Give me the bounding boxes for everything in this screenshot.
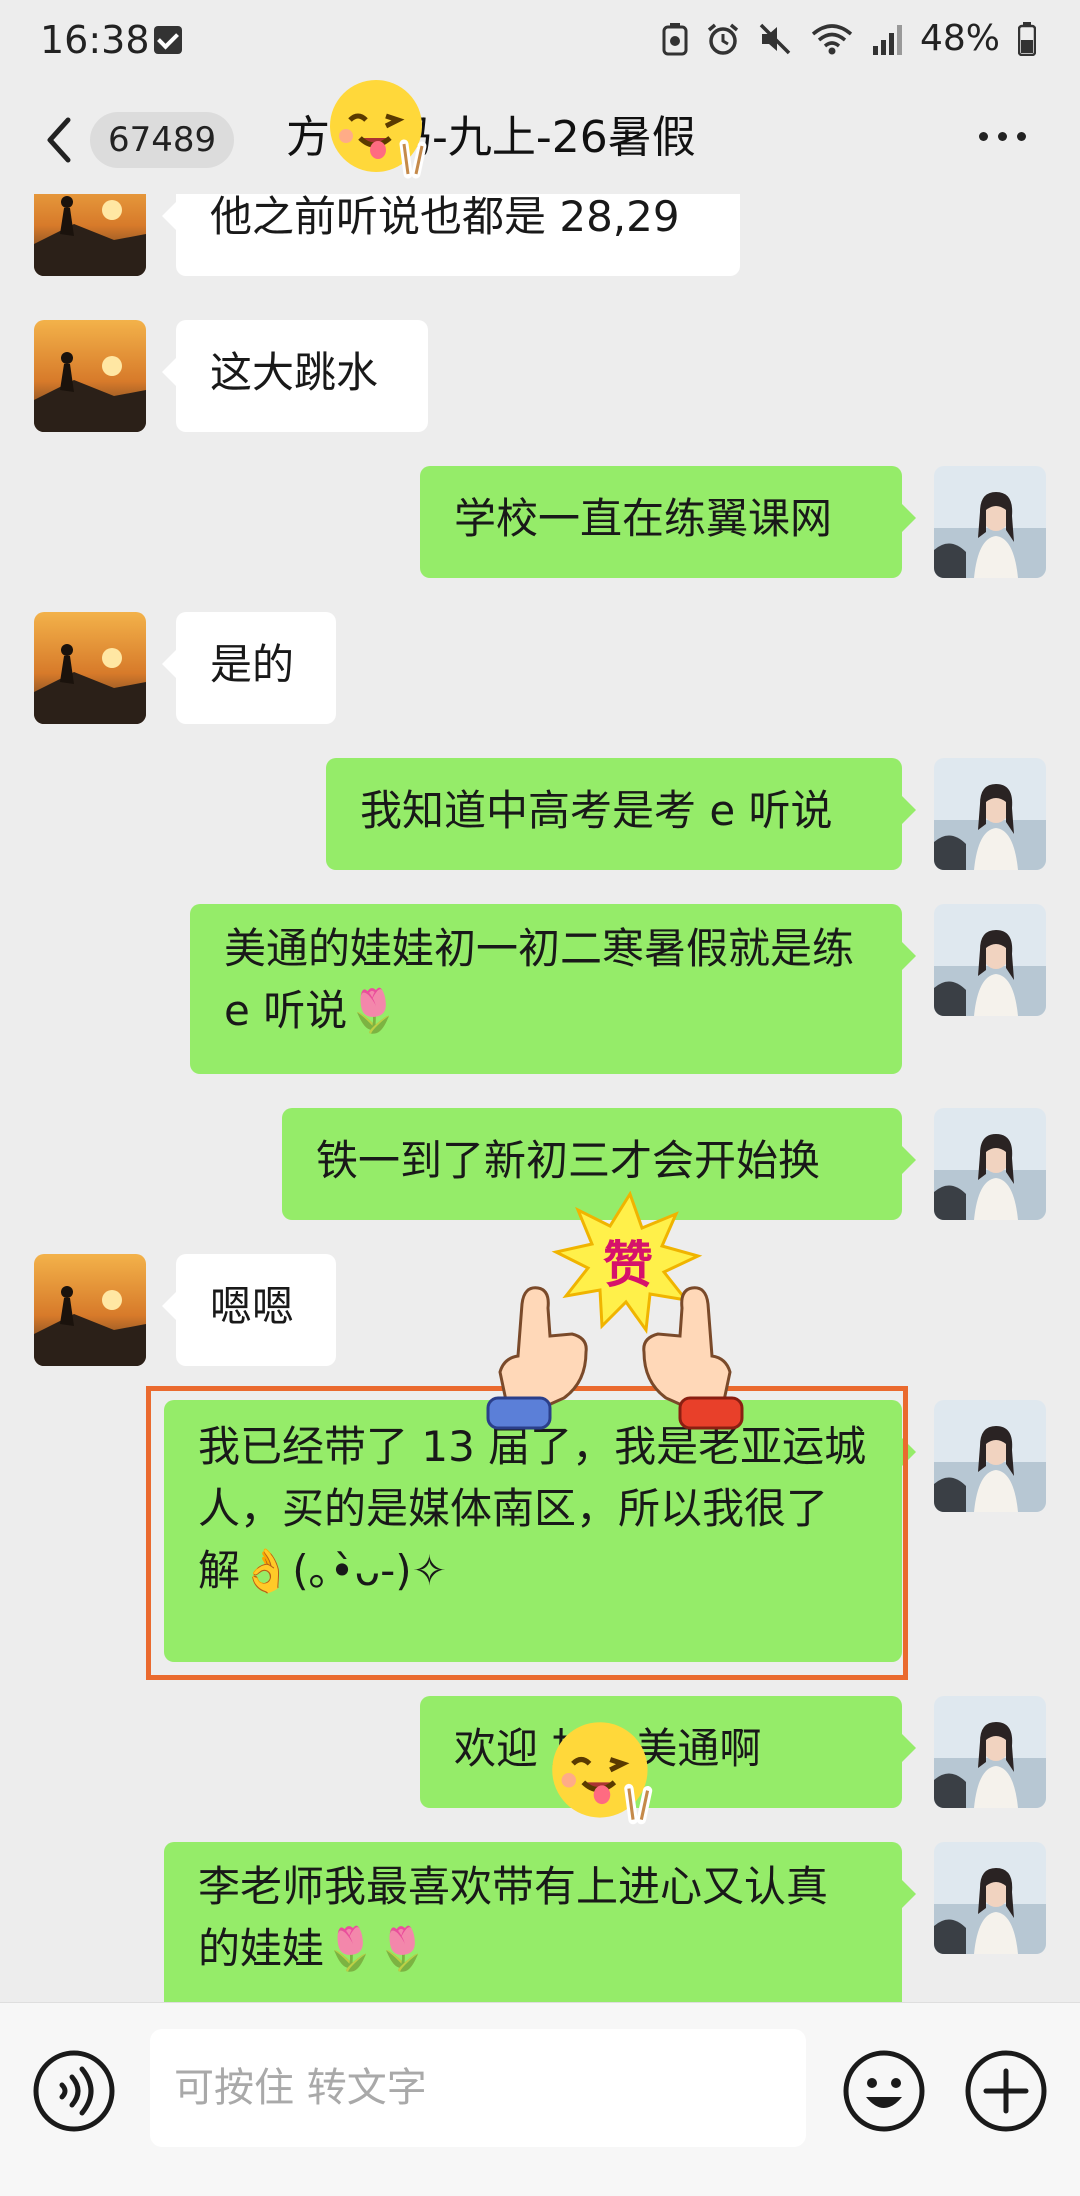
message-bubble-sent[interactable]: 学校一直在练翼课网 [420,466,916,578]
avatar-self[interactable] [934,466,1046,578]
message-text: 李老师我最喜欢带有上进心又认真的娃娃🌷🌷 [198,1862,829,1973]
avatar-self[interactable] [934,904,1046,1016]
wink-emoji-sticker [552,1722,653,1825]
add-more-icon[interactable] [964,2049,1048,2133]
message-bubble-received[interactable]: 是的 [162,612,336,724]
avatar-self[interactable] [934,1400,1046,1512]
emoji-icon[interactable] [842,2049,926,2133]
battery-percent: 48% [919,18,1000,59]
avatar-self[interactable] [934,758,1046,870]
praise-label: 赞 [603,1236,653,1294]
message-list[interactable]: 他之前听说也都是 28,29 这大跳水 学校一直在练翼课网 是的 我知道中高考是… [0,194,1080,2002]
avatar-contact[interactable] [34,320,146,432]
message-text: 他之前听说也都是 28,29 [210,194,680,241]
avatar-contact[interactable] [34,194,146,276]
wifi-icon [811,23,853,54]
avatar-contact[interactable] [34,1254,146,1366]
voice-input-icon[interactable] [32,2049,116,2133]
status-time: 16:38 [40,18,150,62]
message-text: 嗯嗯 [210,1282,295,1331]
message-text: 我知道中高考是考 e 听说 [360,786,833,835]
message-bubble-received[interactable]: 他之前听说也都是 28,29 [162,194,740,276]
message-bubble-sent[interactable]: 李老师我最喜欢带有上进心又认真的娃娃🌷🌷 [164,1842,916,2002]
unread-count-badge[interactable]: 67489 [90,112,235,168]
avatar-self[interactable] [934,1842,1046,1954]
message-bubble-sent[interactable]: 我知道中高考是考 e 听说 [326,758,916,870]
message-text: 是的 [210,640,295,689]
back-arrow-icon[interactable] [40,112,76,168]
battery-saver-icon [662,22,688,55]
message-text: 这大跳水 [210,348,379,397]
avatar-self[interactable] [934,1696,1046,1808]
status-icons: 48% [662,18,1036,59]
alarm-icon [707,23,739,55]
message-input[interactable] [150,2029,806,2147]
message-bubble-received[interactable]: 这大跳水 [162,320,428,432]
wink-emoji-sticker [330,80,427,179]
message-text: 美通的娃娃初一初二寒暑假就是练 e 听说🌷 [224,924,855,1035]
message-bubble-sent[interactable]: 欢迎 加入美通啊 [420,1696,916,1808]
chat-header: 67489 方 妈妈-九上-26暑假 [0,80,1080,194]
message-text: 学校一直在练翼课网 [454,494,833,543]
avatar-self[interactable] [934,1108,1046,1220]
mute-icon [759,23,791,54]
thumbs-up-praise-sticker: 赞 [480,1184,770,1438]
avatar-contact[interactable] [34,612,146,724]
notification-check-icon [154,26,182,54]
signal-icon [872,24,902,55]
message-bubble-received[interactable]: 嗯嗯 [162,1254,336,1366]
thumbs-up-icon: 赞 [486,1190,744,1430]
battery-icon [1018,21,1036,56]
more-options-icon[interactable] [979,132,1026,141]
input-bar [0,2002,1080,2196]
message-text: 铁一到了新初三才会开始换 [316,1136,821,1185]
message-bubble-sent[interactable]: 美通的娃娃初一初二寒暑假就是练 e 听说🌷 [190,904,916,1074]
status-bar: 16:38 48% [0,0,1080,84]
